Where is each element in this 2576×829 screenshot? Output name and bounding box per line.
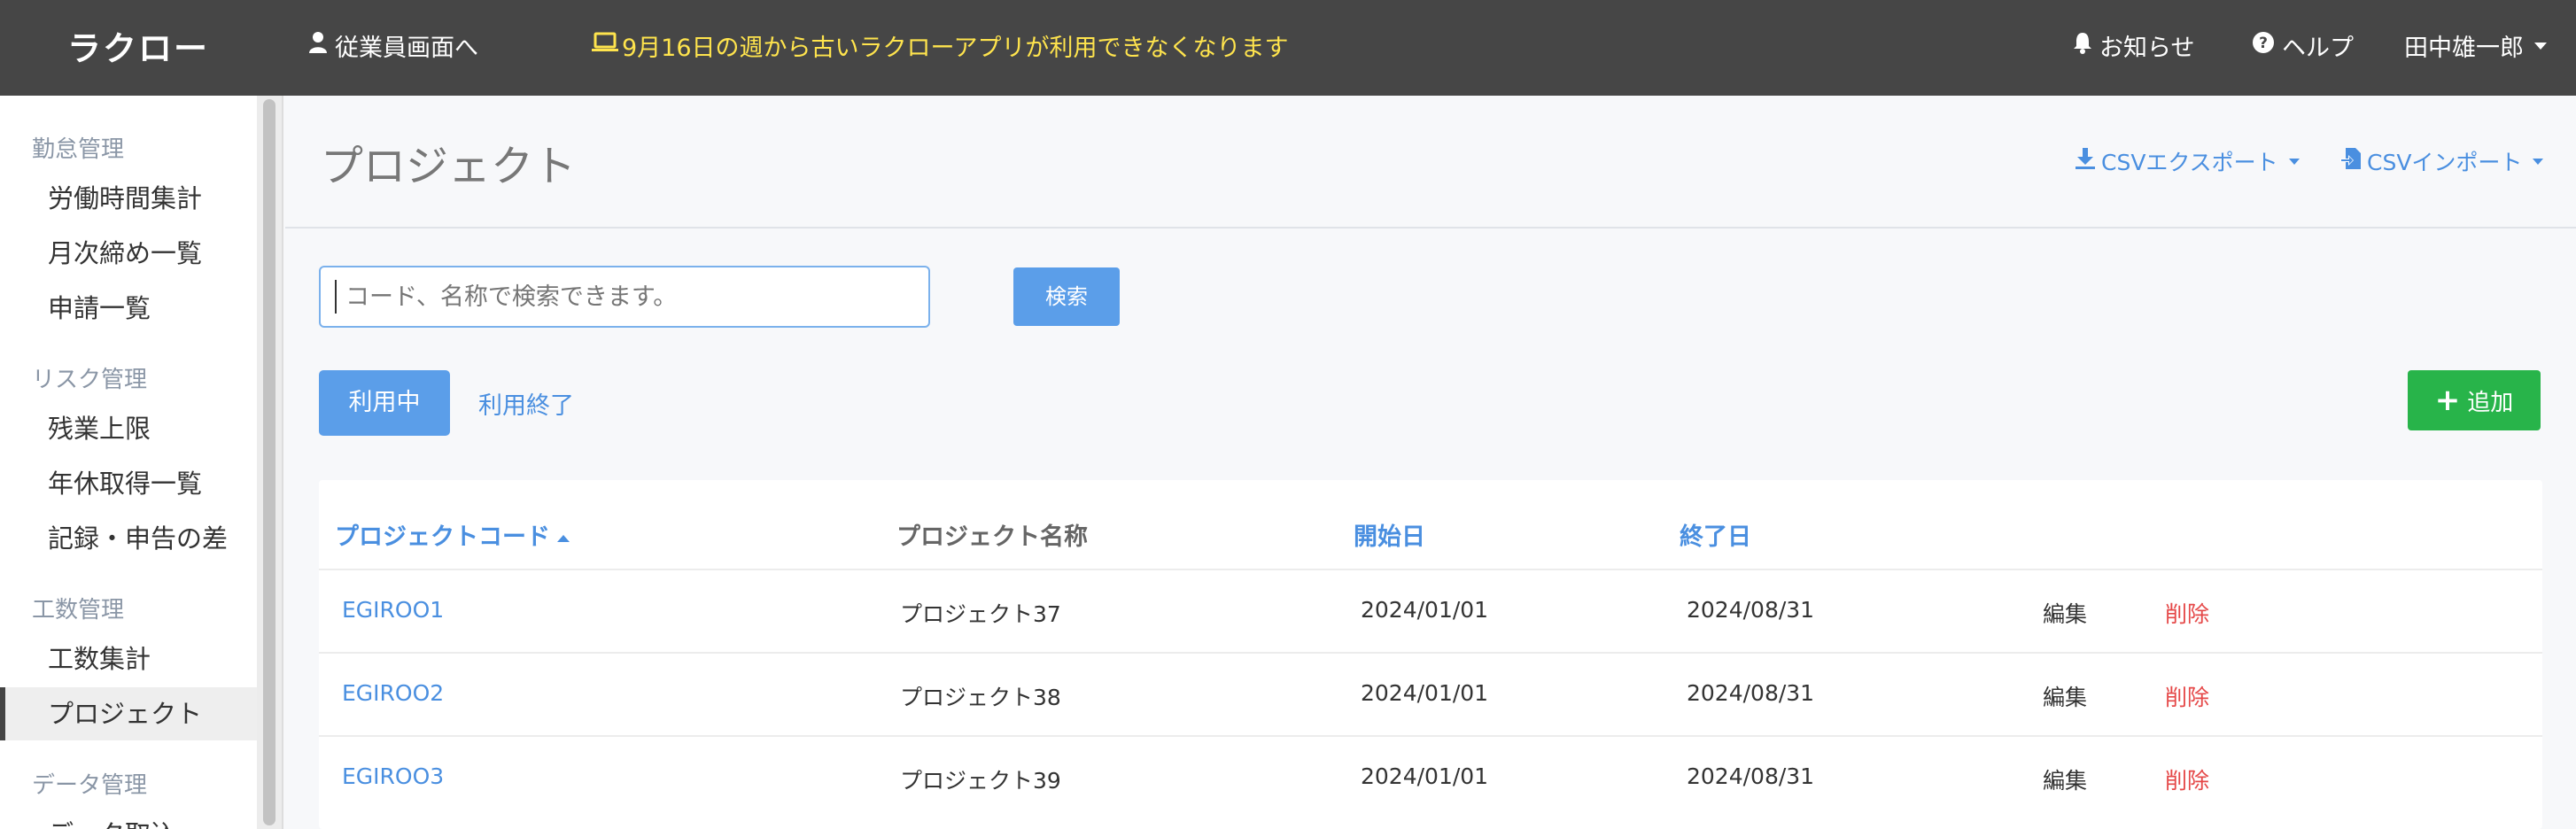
plus-icon: + xyxy=(2434,383,2461,418)
notifications-button[interactable]: お知らせ xyxy=(2073,28,2194,63)
user-menu[interactable]: 田中雄一郎 xyxy=(2404,28,2547,63)
sidebar-item-overtime-limit[interactable]: 残業上限 xyxy=(0,402,257,455)
sidebar-item-work-hours[interactable]: 労働時間集計 xyxy=(0,172,257,225)
text-cursor xyxy=(335,280,337,314)
start-date: 2024/01/01 xyxy=(1361,597,1489,623)
delete-link[interactable]: 削除 xyxy=(2165,597,2209,629)
csv-export-dropdown[interactable]: CSVエクスポート xyxy=(2075,145,2300,177)
column-header-project-name: プロジェクト名称 xyxy=(896,523,1088,551)
question-circle-icon: ? xyxy=(2252,31,2275,60)
search-button[interactable]: 検索 xyxy=(1013,267,1120,326)
sidebar-scrollbar-thumb[interactable] xyxy=(263,99,275,825)
end-date: 2024/08/31 xyxy=(1687,763,1815,789)
project-name: プロジェクト37 xyxy=(900,601,1061,627)
csv-import-dropdown[interactable]: CSVインポート xyxy=(2340,145,2544,177)
laptop-icon xyxy=(592,32,618,59)
sidebar-item-requests[interactable]: 申請一覧 xyxy=(0,282,257,335)
sidebar-section-manhours: 工数管理 xyxy=(32,597,125,624)
search-input[interactable] xyxy=(319,266,930,328)
project-name: プロジェクト38 xyxy=(900,685,1061,710)
table-row: EGIROO2 プロジェクト38 2024/01/01 2024/08/31 編… xyxy=(319,652,2542,735)
app-logo[interactable]: ラクロー xyxy=(67,21,209,70)
column-header-project-code[interactable]: プロジェクトコード xyxy=(335,517,570,552)
project-table: プロジェクトコード プロジェクト名称 開始日 終了日 EGIROO1 プロジェク… xyxy=(319,480,2542,829)
sidebar-item-record-diff[interactable]: 記録・申告の差 xyxy=(0,512,257,565)
employee-screen-link[interactable]: 従業員画面へ xyxy=(308,28,478,63)
add-button-label: 追加 xyxy=(2467,389,2514,416)
sidebar-item-monthly-closing[interactable]: 月次締め一覧 xyxy=(0,227,257,280)
tab-ended[interactable]: 利用終了 xyxy=(478,386,574,421)
end-date: 2024/08/31 xyxy=(1687,680,1815,706)
sidebar-section-risk: リスク管理 xyxy=(32,367,148,393)
chevron-down-icon xyxy=(2534,42,2547,50)
project-code-link[interactable]: EGIROO3 xyxy=(342,763,444,789)
start-date: 2024/01/01 xyxy=(1361,763,1489,789)
help-label: ヘルプ xyxy=(2282,35,2354,62)
notifications-label: お知らせ xyxy=(2099,35,2195,62)
delete-link[interactable]: 削除 xyxy=(2165,680,2209,712)
edit-link[interactable]: 編集 xyxy=(2043,763,2087,795)
sidebar-item-manhour-summary[interactable]: 工数集計 xyxy=(0,632,257,686)
bell-icon xyxy=(2073,31,2092,60)
sidebar-item-project[interactable]: プロジェクト xyxy=(0,687,257,740)
tab-in-use[interactable]: 利用中 xyxy=(319,370,450,436)
sidebar: 勤怠管理 労働時間集計 月次締め一覧 申請一覧 リスク管理 残業上限 年休取得一… xyxy=(0,96,257,829)
project-code-link[interactable]: EGIROO2 xyxy=(342,680,444,706)
file-import-icon xyxy=(2340,147,2362,175)
table-row: EGIROO3 プロジェクト39 2024/01/01 2024/08/31 編… xyxy=(319,735,2542,818)
page-header: プロジェクト CSVエクスポート CSVインポート xyxy=(285,96,2576,229)
download-icon xyxy=(2075,147,2096,175)
notice-text: 9月16日の週から古いラクローアプリが利用できなくなります xyxy=(622,35,1289,62)
project-name: プロジェクト39 xyxy=(900,768,1061,794)
csv-import-label: CSVインポート xyxy=(2367,150,2523,175)
user-name: 田中雄一郎 xyxy=(2404,35,2524,62)
project-code-link[interactable]: EGIROO1 xyxy=(342,597,444,623)
person-icon xyxy=(308,31,328,60)
notice-banner: 9月16日の週から古いラクローアプリが利用できなくなります xyxy=(592,28,1288,63)
sidebar-section-attendance: 勤怠管理 xyxy=(32,136,125,163)
top-header: ラクロー 従業員画面へ 9月16日の週から古いラクローアプリが利用できなくなりま… xyxy=(0,0,2576,96)
chevron-down-icon xyxy=(2533,158,2544,165)
end-date: 2024/08/31 xyxy=(1687,597,1815,623)
sidebar-item-annual-leave[interactable]: 年休取得一覧 xyxy=(0,457,257,510)
page-title: プロジェクト xyxy=(321,142,577,191)
main-content: 検索 利用中 利用終了 + 追加 プロジェクトコード プロジェクト名称 開始日 … xyxy=(285,230,2576,829)
table-row: EGIROO1 プロジェクト37 2024/01/01 2024/08/31 編… xyxy=(319,569,2542,652)
column-header-end-date[interactable]: 終了日 xyxy=(1680,517,1751,552)
employee-screen-label: 従業員画面へ xyxy=(335,35,478,62)
sidebar-item-data-import[interactable]: データ取込 xyxy=(0,808,257,829)
csv-export-label: CSVエクスポート xyxy=(2101,150,2278,175)
sidebar-section-data: データ管理 xyxy=(32,772,148,799)
start-date: 2024/01/01 xyxy=(1361,680,1489,706)
edit-link[interactable]: 編集 xyxy=(2043,597,2087,629)
add-button[interactable]: + 追加 xyxy=(2408,370,2541,430)
delete-link[interactable]: 削除 xyxy=(2165,763,2209,795)
sort-asc-icon xyxy=(557,534,570,542)
column-header-start-date[interactable]: 開始日 xyxy=(1354,517,1425,552)
chevron-down-icon xyxy=(2288,158,2300,165)
svg-text:?: ? xyxy=(2259,35,2268,52)
sidebar-scrollbar[interactable] xyxy=(257,96,283,829)
column-header-label: プロジェクトコード xyxy=(335,523,550,551)
edit-link[interactable]: 編集 xyxy=(2043,680,2087,712)
help-button[interactable]: ? ヘルプ xyxy=(2252,28,2354,63)
